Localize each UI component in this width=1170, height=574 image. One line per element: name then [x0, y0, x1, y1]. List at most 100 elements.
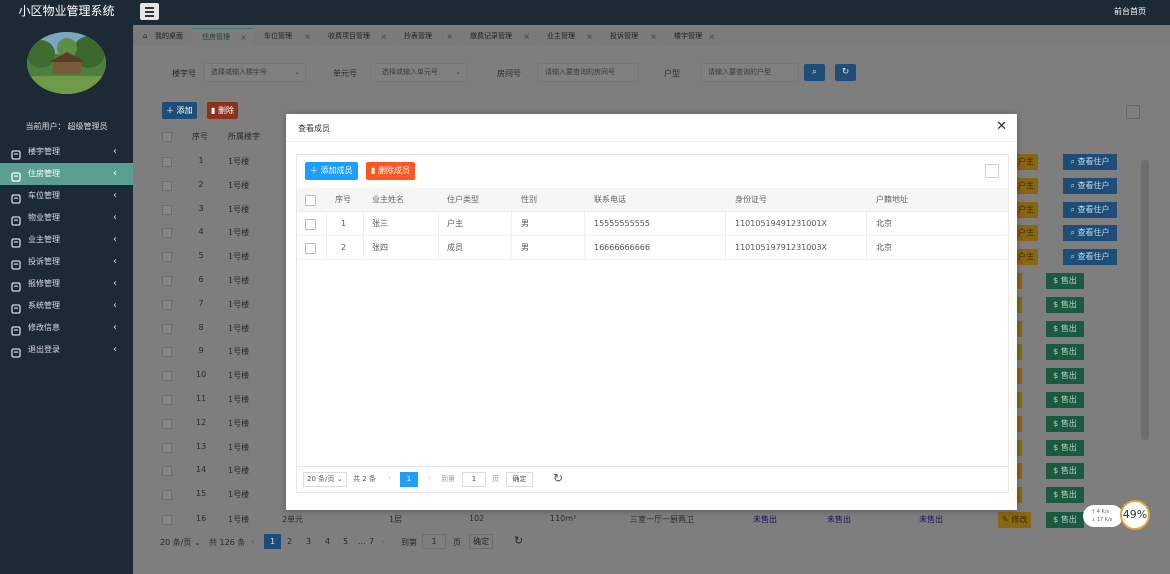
- row-checkbox[interactable]: [162, 490, 172, 501]
- sidebar-item-7[interactable]: 报修管理 ‹: [0, 273, 133, 295]
- close-tab-icon[interactable]: ×: [304, 28, 311, 45]
- sell-button[interactable]: $ 售出: [1046, 512, 1084, 528]
- sidebar-item-2[interactable]: 住房管理 ‹: [0, 163, 133, 185]
- sell-button[interactable]: $ 售出: [1046, 439, 1084, 456]
- goto-input[interactable]: 1: [462, 472, 486, 487]
- row-checkbox[interactable]: [162, 418, 172, 429]
- row-checkbox[interactable]: [162, 442, 172, 453]
- sell-button[interactable]: $ 售出: [1046, 415, 1084, 432]
- close-tab-icon[interactable]: ×: [523, 28, 530, 45]
- tab-3[interactable]: 车位管理 ×: [254, 28, 317, 45]
- row-checkbox[interactable]: [162, 180, 172, 191]
- tab-1[interactable]: 我的桌面 ⌂: [133, 28, 191, 45]
- scrollbar[interactable]: [1141, 160, 1149, 440]
- home-link[interactable]: 前台首页: [1114, 6, 1146, 17]
- page-2-button[interactable]: 2: [287, 537, 292, 546]
- page-5-button[interactable]: 5: [343, 537, 348, 546]
- delete-member-button[interactable]: ▮ 删除成员: [366, 162, 415, 180]
- sell-button[interactable]: $ 售出: [1046, 487, 1084, 504]
- type-input[interactable]: 请输入要查询的户型: [701, 63, 798, 82]
- row-checkbox[interactable]: [162, 371, 172, 382]
- tab-6[interactable]: 缴费记录管理 ×: [460, 28, 536, 45]
- row-checkbox[interactable]: [162, 323, 172, 334]
- refresh-button[interactable]: ↻: [835, 64, 856, 81]
- row-checkbox[interactable]: [162, 515, 172, 525]
- unit-select[interactable]: 选择或输入单元号 ⌄: [375, 63, 467, 82]
- row-checkbox[interactable]: [162, 466, 172, 477]
- view-residents-button[interactable]: ⌕ 查看住户: [1063, 249, 1117, 266]
- row-checkbox[interactable]: [162, 395, 172, 405]
- add-member-button[interactable]: ＋ 添加成员: [305, 162, 358, 180]
- columns-icon[interactable]: [1126, 105, 1140, 119]
- sidebar-item-9[interactable]: 修改信息 ‹: [0, 317, 133, 339]
- edit-button[interactable]: ✎ 修改: [998, 512, 1032, 528]
- view-residents-button[interactable]: ⌕ 查看住户: [1063, 201, 1117, 218]
- sidebar-item-1[interactable]: 楼宇管理 ‹: [0, 141, 133, 163]
- close-tab-icon[interactable]: ×: [708, 28, 715, 45]
- sell-button[interactable]: $ 售出: [1046, 273, 1084, 289]
- close-tab-icon[interactable]: ×: [586, 28, 593, 45]
- sell-button[interactable]: $ 售出: [1046, 296, 1084, 313]
- close-tab-icon[interactable]: ×: [380, 28, 387, 45]
- sidebar-item-6[interactable]: 投诉管理 ‹: [0, 251, 133, 273]
- refresh-icon[interactable]: ↻: [553, 471, 563, 485]
- tab-5[interactable]: 抄表管理 ×: [394, 28, 459, 45]
- page-1-button[interactable]: 1: [400, 472, 418, 487]
- columns-icon[interactable]: [985, 164, 999, 178]
- prev-page-icon[interactable]: ‹: [388, 474, 391, 482]
- menu-toggle-icon[interactable]: [140, 3, 159, 20]
- view-residents-button[interactable]: ⌕ 查看住户: [1063, 225, 1117, 242]
- page-size-select[interactable]: 20 条/页 ⌄: [303, 472, 347, 487]
- sell-button[interactable]: $ 售出: [1046, 368, 1084, 385]
- search-button[interactable]: ⌕: [804, 64, 825, 81]
- next-page-icon[interactable]: ›: [381, 537, 384, 546]
- row-checkbox[interactable]: [162, 252, 172, 263]
- building-select[interactable]: 选择或输入楼宇号 ⌄: [204, 63, 306, 82]
- tab-4[interactable]: 收费项目管理 ×: [318, 28, 393, 45]
- sidebar-item-10[interactable]: 退出登录 ‹: [0, 339, 133, 361]
- next-page-icon[interactable]: ›: [428, 474, 431, 482]
- sidebar-item-3[interactable]: 车位管理 ‹: [0, 185, 133, 207]
- row-checkbox[interactable]: [305, 243, 316, 254]
- tab-7[interactable]: 业主管理 ×: [537, 28, 599, 45]
- sidebar-item-4[interactable]: 物业管理 ‹: [0, 207, 133, 229]
- room-input[interactable]: 请输入要查询的房间号: [538, 63, 638, 82]
- sell-button[interactable]: $ 售出: [1046, 392, 1084, 408]
- delete-button[interactable]: ▮ 删除: [207, 102, 238, 119]
- page-3-button[interactable]: 3: [306, 537, 311, 546]
- refresh-icon[interactable]: ↻: [514, 534, 523, 547]
- select-all-checkbox[interactable]: [305, 195, 316, 206]
- close-tab-icon[interactable]: ×: [650, 28, 657, 45]
- tab-9[interactable]: 楼宇管理 ×: [664, 28, 721, 45]
- sell-button[interactable]: $ 售出: [1046, 463, 1084, 480]
- goto-confirm-button[interactable]: 确定: [506, 472, 533, 487]
- add-button[interactable]: ＋ 添加: [162, 102, 197, 119]
- sidebar-item-8[interactable]: 系统管理 ‹: [0, 295, 133, 317]
- page-6-button[interactable]: ...: [358, 537, 366, 546]
- view-residents-button[interactable]: ⌕ 查看住户: [1063, 154, 1117, 170]
- row-checkbox[interactable]: [305, 219, 316, 230]
- prev-page-icon[interactable]: ‹: [251, 537, 254, 546]
- sell-button[interactable]: $ 售出: [1046, 344, 1084, 361]
- tab-8[interactable]: 投诉管理 ×: [600, 28, 663, 45]
- tab-2[interactable]: 住房管理 ×: [192, 28, 253, 45]
- row-checkbox[interactable]: [162, 228, 172, 239]
- view-residents-button[interactable]: ⌕ 查看住户: [1063, 177, 1117, 194]
- row-checkbox[interactable]: [162, 299, 172, 310]
- page-1-button[interactable]: 1: [264, 534, 281, 549]
- goto-input[interactable]: 1: [422, 534, 446, 549]
- sidebar-item-5[interactable]: 业主管理 ‹: [0, 229, 133, 251]
- row-checkbox[interactable]: [162, 347, 172, 358]
- sell-button[interactable]: $ 售出: [1046, 320, 1084, 337]
- goto-confirm-button[interactable]: 确定: [469, 534, 493, 549]
- row-checkbox[interactable]: [162, 157, 172, 167]
- close-icon[interactable]: ✕: [996, 119, 1007, 134]
- row-checkbox[interactable]: [162, 204, 172, 215]
- close-tab-icon[interactable]: ×: [240, 29, 247, 46]
- close-tab-icon[interactable]: ×: [446, 28, 453, 45]
- page-4-button[interactable]: 4: [325, 537, 330, 546]
- select-all-checkbox[interactable]: [162, 132, 172, 142]
- page-size-select[interactable]: 20 条/页 ⌄: [160, 537, 201, 548]
- page-7-button[interactable]: 7: [369, 537, 374, 546]
- row-checkbox[interactable]: [162, 276, 172, 286]
